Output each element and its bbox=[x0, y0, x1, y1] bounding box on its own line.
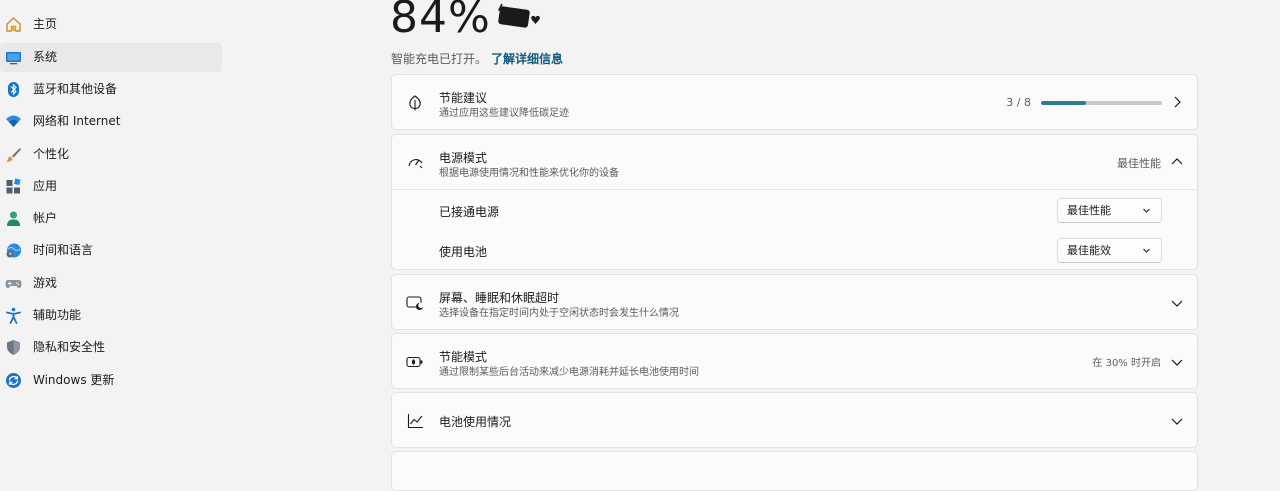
sidebar-item-label: 隐私和安全性 bbox=[33, 340, 106, 354]
smart-charge-status: 智能充电已打开。 了解详细信息 bbox=[391, 50, 563, 68]
learn-more-link[interactable]: 了解详细信息 bbox=[491, 52, 563, 66]
chevron-down-icon[interactable] bbox=[1171, 356, 1183, 368]
sidebar-item-time-language[interactable]: 时间和语言 bbox=[0, 236, 222, 265]
system-display-icon bbox=[5, 49, 22, 66]
sidebar-item-label: 蓝牙和其他设备 bbox=[33, 82, 118, 96]
sidebar-item-network[interactable]: 网络和 Internet bbox=[0, 107, 222, 136]
leaf-icon bbox=[406, 94, 424, 112]
sidebar-item-label: 个性化 bbox=[33, 147, 70, 161]
account-icon bbox=[5, 210, 22, 227]
power-mode-card: 电源模式 根据电源使用情况和性能来优化你的设备 最佳性能 已接通电源 最佳性能 … bbox=[391, 134, 1198, 270]
sidebar-item-home[interactable]: 主页 bbox=[0, 10, 222, 39]
sidebar-item-label: Windows 更新 bbox=[33, 373, 115, 387]
energy-saver-icon bbox=[406, 353, 424, 371]
windows-update-icon bbox=[5, 372, 22, 389]
battery-charging-heart-icon bbox=[494, 0, 544, 34]
screen-sleep-icon bbox=[406, 294, 424, 312]
sidebar-item-accounts[interactable]: 帐户 bbox=[0, 204, 222, 233]
sidebar-item-windows-update[interactable]: Windows 更新 bbox=[0, 366, 222, 395]
recommendations-count: 3 / 8 bbox=[1006, 96, 1031, 109]
sidebar: 主页 系统 蓝牙和其他设备 网络和 Internet 个性化 应用 帐户 时间和… bbox=[0, 0, 228, 460]
card-description: 通过应用这些建议降低碳足迹 bbox=[439, 108, 569, 119]
sidebar-item-personalization[interactable]: 个性化 bbox=[0, 140, 222, 169]
smart-charge-text: 智能充电已打开。 bbox=[391, 52, 488, 66]
energy-saver-card[interactable]: 节能模式 通过限制某些后台活动来减少电源消耗并延长电池使用时间 在 30% 时开… bbox=[391, 333, 1198, 389]
progress-fill bbox=[1041, 101, 1087, 105]
chevron-down-icon bbox=[1143, 208, 1150, 213]
power-mode-current: 最佳性能 bbox=[1117, 157, 1161, 170]
sidebar-item-bluetooth[interactable]: 蓝牙和其他设备 bbox=[0, 75, 222, 104]
sidebar-item-label: 游戏 bbox=[33, 276, 58, 290]
accessibility-icon bbox=[5, 307, 22, 324]
divider bbox=[392, 189, 1197, 190]
card-description: 选择设备在指定时间内处于空闲状态时会发生什么情况 bbox=[439, 308, 679, 319]
battery-usage-card[interactable]: 电池使用情况 bbox=[391, 392, 1198, 448]
line-chart-icon bbox=[406, 412, 424, 430]
sidebar-item-gaming[interactable]: 游戏 bbox=[0, 269, 222, 298]
chevron-down-icon[interactable] bbox=[1171, 297, 1183, 309]
time-language-icon bbox=[5, 242, 22, 259]
power-mode-gauge-icon bbox=[406, 153, 424, 171]
bluetooth-icon bbox=[5, 81, 22, 98]
sidebar-item-label: 辅助功能 bbox=[33, 308, 82, 322]
sidebar-item-apps[interactable]: 应用 bbox=[0, 172, 222, 201]
card-title: 电池使用情况 bbox=[439, 415, 512, 429]
power-mode-header[interactable]: 电源模式 根据电源使用情况和性能来优化你的设备 最佳性能 bbox=[392, 135, 1197, 189]
shield-icon bbox=[5, 339, 22, 356]
chevron-down-icon[interactable] bbox=[1171, 415, 1183, 427]
sidebar-item-label: 时间和语言 bbox=[33, 243, 94, 257]
sidebar-item-label: 主页 bbox=[33, 17, 58, 31]
screen-sleep-card[interactable]: 屏幕、睡眠和休眠超时 选择设备在指定时间内处于空闲状态时会发生什么情况 bbox=[391, 274, 1198, 330]
chevron-right-icon[interactable] bbox=[1171, 96, 1183, 108]
chevron-up-icon[interactable] bbox=[1171, 156, 1183, 168]
sidebar-item-label: 帐户 bbox=[33, 211, 58, 225]
battery-percent: 84% bbox=[390, 0, 491, 43]
sidebar-item-accessibility[interactable]: 辅助功能 bbox=[0, 301, 222, 330]
energy-recommendations-card[interactable]: 节能建议 通过应用这些建议降低碳足迹 3 / 8 bbox=[391, 74, 1198, 130]
wifi-icon bbox=[5, 113, 22, 130]
energy-saver-status: 在 30% 时开启 bbox=[1092, 358, 1161, 369]
sidebar-item-label: 网络和 Internet bbox=[33, 114, 121, 128]
recommendations-progress-bar bbox=[1041, 101, 1162, 105]
brush-icon bbox=[5, 146, 22, 163]
apps-icon bbox=[5, 178, 22, 195]
plugged-in-label: 已接通电源 bbox=[439, 205, 500, 219]
sidebar-item-system[interactable]: 系统 bbox=[0, 43, 222, 72]
next-card-partial[interactable] bbox=[391, 451, 1198, 491]
sidebar-item-label: 系统 bbox=[33, 50, 58, 64]
card-description: 通过限制某些后台活动来减少电源消耗并延长电池使用时间 bbox=[439, 367, 699, 378]
on-battery-power-mode-dropdown[interactable]: 最佳能效 bbox=[1057, 238, 1162, 263]
plugged-in-power-mode-dropdown[interactable]: 最佳性能 bbox=[1057, 198, 1162, 223]
on-battery-label: 使用电池 bbox=[439, 245, 488, 259]
sidebar-item-label: 应用 bbox=[33, 179, 58, 193]
dropdown-value: 最佳能效 bbox=[1067, 244, 1111, 257]
home-icon bbox=[5, 16, 22, 33]
sidebar-item-privacy[interactable]: 隐私和安全性 bbox=[0, 333, 222, 362]
gamepad-icon bbox=[5, 275, 22, 292]
chevron-down-icon bbox=[1143, 248, 1150, 253]
card-description: 根据电源使用情况和性能来优化你的设备 bbox=[439, 168, 619, 179]
dropdown-value: 最佳性能 bbox=[1067, 204, 1111, 217]
